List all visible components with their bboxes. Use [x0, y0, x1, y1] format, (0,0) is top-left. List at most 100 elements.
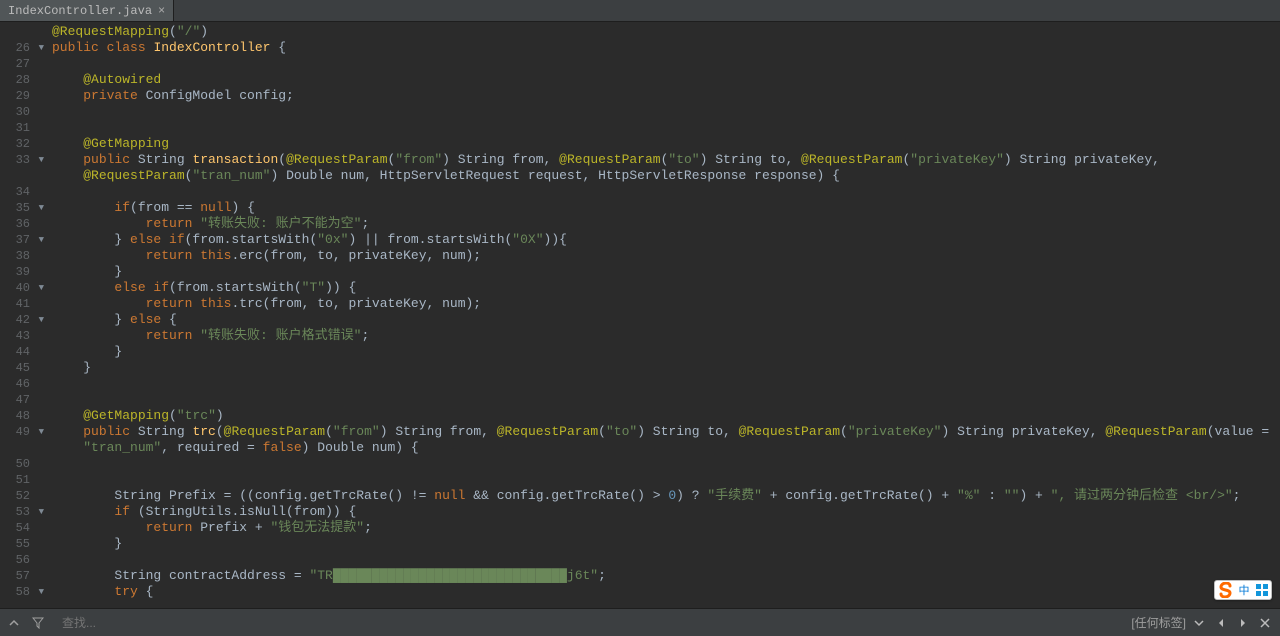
code-line[interactable]: if(from == null) { [52, 200, 1280, 216]
code-line[interactable]: try { [52, 584, 1280, 600]
gutter-row: 45 [0, 360, 44, 376]
gutter-row [0, 600, 44, 608]
code-line[interactable]: if (StringUtils.isNull(from)) { [52, 504, 1280, 520]
gutter-row: 43 [0, 328, 44, 344]
code-line[interactable]: private ConfigModel config; [52, 88, 1280, 104]
ime-mode-label: 中 [1239, 582, 1250, 598]
chevron-up-icon[interactable] [6, 615, 22, 631]
code-line[interactable]: String contractAddress = "TR████████████… [52, 568, 1280, 584]
code-line[interactable] [52, 600, 1280, 608]
code-line[interactable]: @RequestParam("tran_num") Double num, Ht… [52, 168, 1280, 184]
gutter-row: 37▼ [0, 232, 44, 248]
status-bar: [任何标签] [0, 608, 1280, 636]
fold-toggle-icon[interactable]: ▼ [34, 312, 44, 328]
code-line[interactable]: return "转账失败: 账户格式错误"; [52, 328, 1280, 344]
gutter-row: 31 [0, 120, 44, 136]
chevron-down-icon[interactable] [1190, 614, 1208, 632]
gutter-row: 34 [0, 184, 44, 200]
code-line[interactable]: @RequestMapping("/") [52, 24, 1280, 40]
code-line[interactable] [52, 120, 1280, 136]
code-line[interactable]: return "转账失败: 账户不能为空"; [52, 216, 1280, 232]
code-line[interactable]: String Prefix = ((config.getTrcRate() !=… [52, 488, 1280, 504]
search-area [62, 616, 362, 630]
prev-result-icon[interactable] [1212, 614, 1230, 632]
gutter-row: 39 [0, 264, 44, 280]
code-line[interactable] [52, 104, 1280, 120]
gutter-row: 52 [0, 488, 44, 504]
gutter-row: 54 [0, 520, 44, 536]
file-tab[interactable]: IndexController.java × [0, 0, 174, 21]
code-line[interactable] [52, 56, 1280, 72]
gutter-row: 56 [0, 552, 44, 568]
code-line[interactable] [52, 184, 1280, 200]
gutter-row: 26▼ [0, 40, 44, 56]
code-line[interactable]: @GetMapping("trc") [52, 408, 1280, 424]
gutter-row: 41 [0, 296, 44, 312]
filter-icon[interactable] [30, 615, 46, 631]
code-line[interactable]: } [52, 264, 1280, 280]
ime-indicator[interactable]: 中 [1214, 580, 1272, 600]
gutter-row: 46 [0, 376, 44, 392]
fold-toggle-icon[interactable]: ▼ [34, 584, 44, 600]
line-number-gutter: 26▼27282930313233▼3435▼3637▼383940▼4142▼… [0, 22, 48, 608]
gutter-row: 27 [0, 56, 44, 72]
gutter-row: 33▼ [0, 152, 44, 168]
fold-toggle-icon[interactable]: ▼ [34, 40, 44, 56]
gutter-row: 30 [0, 104, 44, 120]
code-line[interactable]: public class IndexController { [52, 40, 1280, 56]
code-line[interactable]: } else if(from.startsWith("0x") || from.… [52, 232, 1280, 248]
fold-toggle-icon[interactable]: ▼ [34, 232, 44, 248]
gutter-row [0, 24, 44, 40]
gutter-row: 57 [0, 568, 44, 584]
gutter-row: 44 [0, 344, 44, 360]
fold-toggle-icon[interactable]: ▼ [34, 504, 44, 520]
code-line[interactable]: else if(from.startsWith("T")) { [52, 280, 1280, 296]
close-search-icon[interactable] [1256, 614, 1274, 632]
gutter-row: 50 [0, 456, 44, 472]
gutter-row [0, 168, 44, 184]
code-line[interactable]: @GetMapping [52, 136, 1280, 152]
gutter-row: 48 [0, 408, 44, 424]
tag-filter-label[interactable]: [任何标签] [1131, 614, 1186, 631]
gutter-row: 51 [0, 472, 44, 488]
close-icon[interactable]: × [158, 5, 165, 17]
fold-toggle-icon[interactable]: ▼ [34, 424, 44, 440]
code-line[interactable] [52, 456, 1280, 472]
gutter-row: 55 [0, 536, 44, 552]
ime-grid-icon [1255, 583, 1269, 597]
sogou-logo-icon [1218, 582, 1234, 598]
fold-toggle-icon[interactable]: ▼ [34, 280, 44, 296]
code-line[interactable]: @Autowired [52, 72, 1280, 88]
editor: 26▼27282930313233▼3435▼3637▼383940▼4142▼… [0, 22, 1280, 608]
gutter-row: 38 [0, 248, 44, 264]
search-input[interactable] [62, 616, 362, 630]
code-line[interactable]: } [52, 360, 1280, 376]
code-line[interactable]: public String transaction(@RequestParam(… [52, 152, 1280, 168]
gutter-row: 35▼ [0, 200, 44, 216]
tab-title: IndexController.java [8, 4, 152, 18]
gutter-row: 58▼ [0, 584, 44, 600]
code-line[interactable]: } [52, 344, 1280, 360]
gutter-row: 32 [0, 136, 44, 152]
code-area[interactable]: @RequestMapping("/")public class IndexCo… [48, 22, 1280, 608]
gutter-row: 40▼ [0, 280, 44, 296]
code-line[interactable]: return this.trc(from, to, privateKey, nu… [52, 296, 1280, 312]
gutter-row: 49▼ [0, 424, 44, 440]
code-line[interactable] [52, 472, 1280, 488]
code-line[interactable] [52, 552, 1280, 568]
gutter-row: 28 [0, 72, 44, 88]
gutter-row: 53▼ [0, 504, 44, 520]
fold-toggle-icon[interactable]: ▼ [34, 152, 44, 168]
code-line[interactable]: public String trc(@RequestParam("from") … [52, 424, 1280, 440]
code-line[interactable]: } [52, 536, 1280, 552]
code-line[interactable]: } else { [52, 312, 1280, 328]
code-line[interactable]: return this.erc(from, to, privateKey, nu… [52, 248, 1280, 264]
tab-bar: IndexController.java × [0, 0, 1280, 22]
code-line[interactable]: "tran_num", required = false) Double num… [52, 440, 1280, 456]
next-result-icon[interactable] [1234, 614, 1252, 632]
fold-toggle-icon[interactable]: ▼ [34, 200, 44, 216]
code-line[interactable]: return Prefix + "钱包无法提款"; [52, 520, 1280, 536]
code-line[interactable] [52, 392, 1280, 408]
gutter-row: 47 [0, 392, 44, 408]
code-line[interactable] [52, 376, 1280, 392]
